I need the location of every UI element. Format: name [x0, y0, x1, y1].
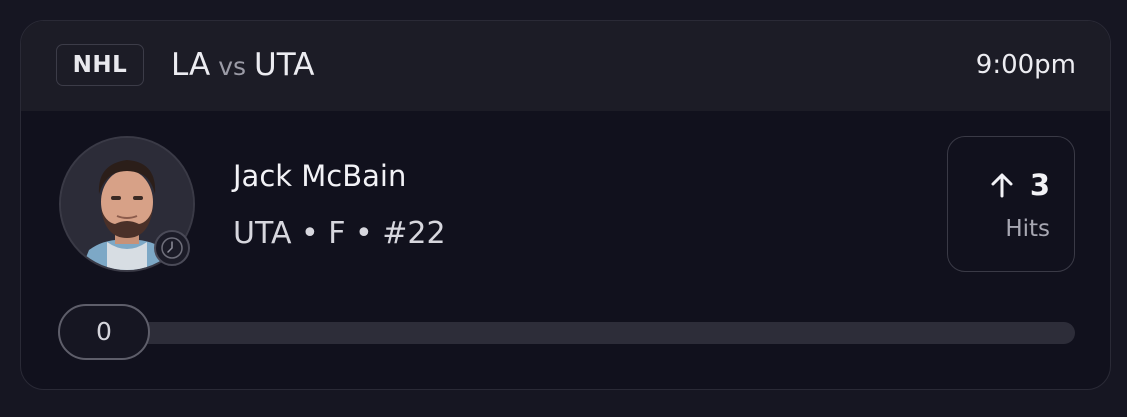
- player-name: Jack McBain: [233, 159, 407, 193]
- prop-card[interactable]: NHL LA vs UTA 9:00pm Jack McBain UTA • F •…: [20, 20, 1111, 390]
- away-team: LA: [171, 47, 211, 83]
- clock-icon: [154, 230, 190, 266]
- stat-label: Hits: [1005, 216, 1050, 242]
- home-team: UTA: [254, 47, 315, 83]
- stat-value: 3: [1029, 168, 1050, 202]
- up-arrow-icon: [991, 173, 1013, 198]
- matchup: LA vs UTA: [171, 43, 314, 87]
- player-meta: UTA • F • #22: [233, 216, 446, 251]
- progress-track: [81, 322, 1075, 344]
- game-header: NHL LA vs UTA 9:00pm: [21, 21, 1110, 111]
- stat-row: 3: [988, 167, 1050, 203]
- progress-thumb[interactable]: 0: [58, 304, 150, 360]
- stat-box[interactable]: 3 Hits: [947, 136, 1075, 272]
- vs-label: vs: [218, 52, 247, 81]
- game-time: 9:00pm: [975, 50, 1076, 80]
- league-badge: NHL: [56, 44, 144, 86]
